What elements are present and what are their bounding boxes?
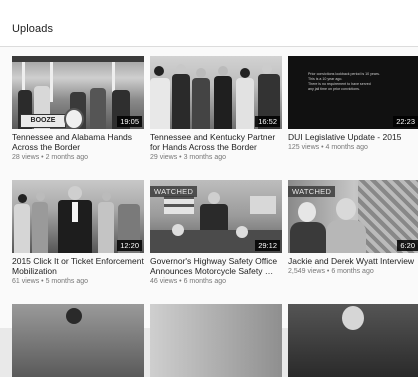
upload-age: 3 months ago: [183, 154, 226, 161]
view-count: 125 views: [288, 144, 320, 151]
upload-age: 2 months ago: [45, 154, 88, 161]
video-duration: 29:12: [255, 240, 280, 251]
view-count: 2,549 views: [288, 268, 325, 275]
slide-text: Prior convictions lookback period is 10 …: [308, 72, 380, 91]
video-thumbnail[interactable]: WATCHED 29:12: [150, 180, 282, 253]
video-card[interactable]: 16:52 Tennessee and Kentucky Partner for…: [150, 56, 282, 162]
booze-sign: BOOZE: [20, 114, 66, 128]
video-thumbnail[interactable]: BOOZE 19:05: [12, 56, 144, 129]
upload-age: 5 months ago: [45, 278, 88, 285]
video-card[interactable]: [288, 304, 418, 377]
video-thumbnail[interactable]: [288, 304, 418, 377]
video-card[interactable]: BOOZE 19:05 Tennessee and Alabama Hands …: [12, 56, 144, 162]
video-thumbnail[interactable]: 16:52: [150, 56, 282, 129]
video-card[interactable]: [150, 304, 282, 377]
video-duration: 16:52: [255, 116, 280, 127]
view-count: 29 views: [150, 154, 178, 161]
uploads-title: Uploads: [12, 23, 54, 35]
video-thumbnail[interactable]: [150, 304, 282, 377]
upload-age: 6 months ago: [183, 278, 226, 285]
view-count: 61 views: [12, 278, 40, 285]
view-count: 46 views: [150, 278, 178, 285]
video-meta: 61 views • 5 months ago: [12, 277, 144, 286]
thumbnail-image: [288, 304, 418, 377]
video-title[interactable]: Tennessee and Alabama Hands Across the B…: [12, 132, 144, 152]
upload-age: 4 months ago: [325, 144, 368, 151]
upload-age: 6 months ago: [331, 268, 374, 275]
video-thumbnail[interactable]: 12:20: [12, 180, 144, 253]
thumbnail-image: [12, 304, 144, 377]
video-meta: 46 views • 6 months ago: [150, 277, 282, 286]
video-thumbnail[interactable]: [12, 304, 144, 377]
video-meta: 28 views • 2 months ago: [12, 153, 144, 162]
video-title[interactable]: DUI Legislative Update - 2015: [288, 132, 418, 142]
video-duration: 12:20: [117, 240, 142, 251]
video-title[interactable]: 2015 Click It or Ticket Enforcement Mobi…: [12, 256, 144, 276]
video-title[interactable]: Tennessee and Kentucky Partner for Hands…: [150, 132, 282, 152]
video-title[interactable]: Jackie and Derek Wyatt Interview: [288, 256, 418, 266]
video-title[interactable]: Governor's Highway Safety Office Announc…: [150, 256, 282, 276]
video-card[interactable]: WATCHED 29:12 Governor's Highway Safety …: [150, 180, 282, 286]
video-thumbnail[interactable]: WATCHED 6:20: [288, 180, 418, 253]
video-meta: 2,549 views • 6 months ago: [288, 267, 418, 276]
view-count: 28 views: [12, 154, 40, 161]
video-duration: 22:23: [393, 116, 418, 127]
video-meta: 125 views • 4 months ago: [288, 143, 418, 152]
uploads-panel: Uploads BOOZE 19:05 Tennessee and Alabam…: [0, 0, 418, 377]
video-card[interactable]: WATCHED 6:20 Jackie and Derek Wyatt Inte…: [288, 180, 418, 276]
video-meta: 29 views • 3 months ago: [150, 153, 282, 162]
watched-badge: WATCHED: [288, 186, 336, 197]
video-duration: 19:05: [117, 116, 142, 127]
thumbnail-image: [150, 304, 282, 377]
video-thumbnail[interactable]: Prior convictions lookback period is 10 …: [288, 56, 418, 129]
video-card[interactable]: [12, 304, 144, 377]
video-card[interactable]: 12:20 2015 Click It or Ticket Enforcemen…: [12, 180, 144, 286]
video-card[interactable]: Prior convictions lookback period is 10 …: [288, 56, 418, 152]
uploads-header: Uploads: [0, 0, 418, 47]
video-duration: 6:20: [397, 240, 418, 251]
watched-badge: WATCHED: [150, 186, 198, 197]
